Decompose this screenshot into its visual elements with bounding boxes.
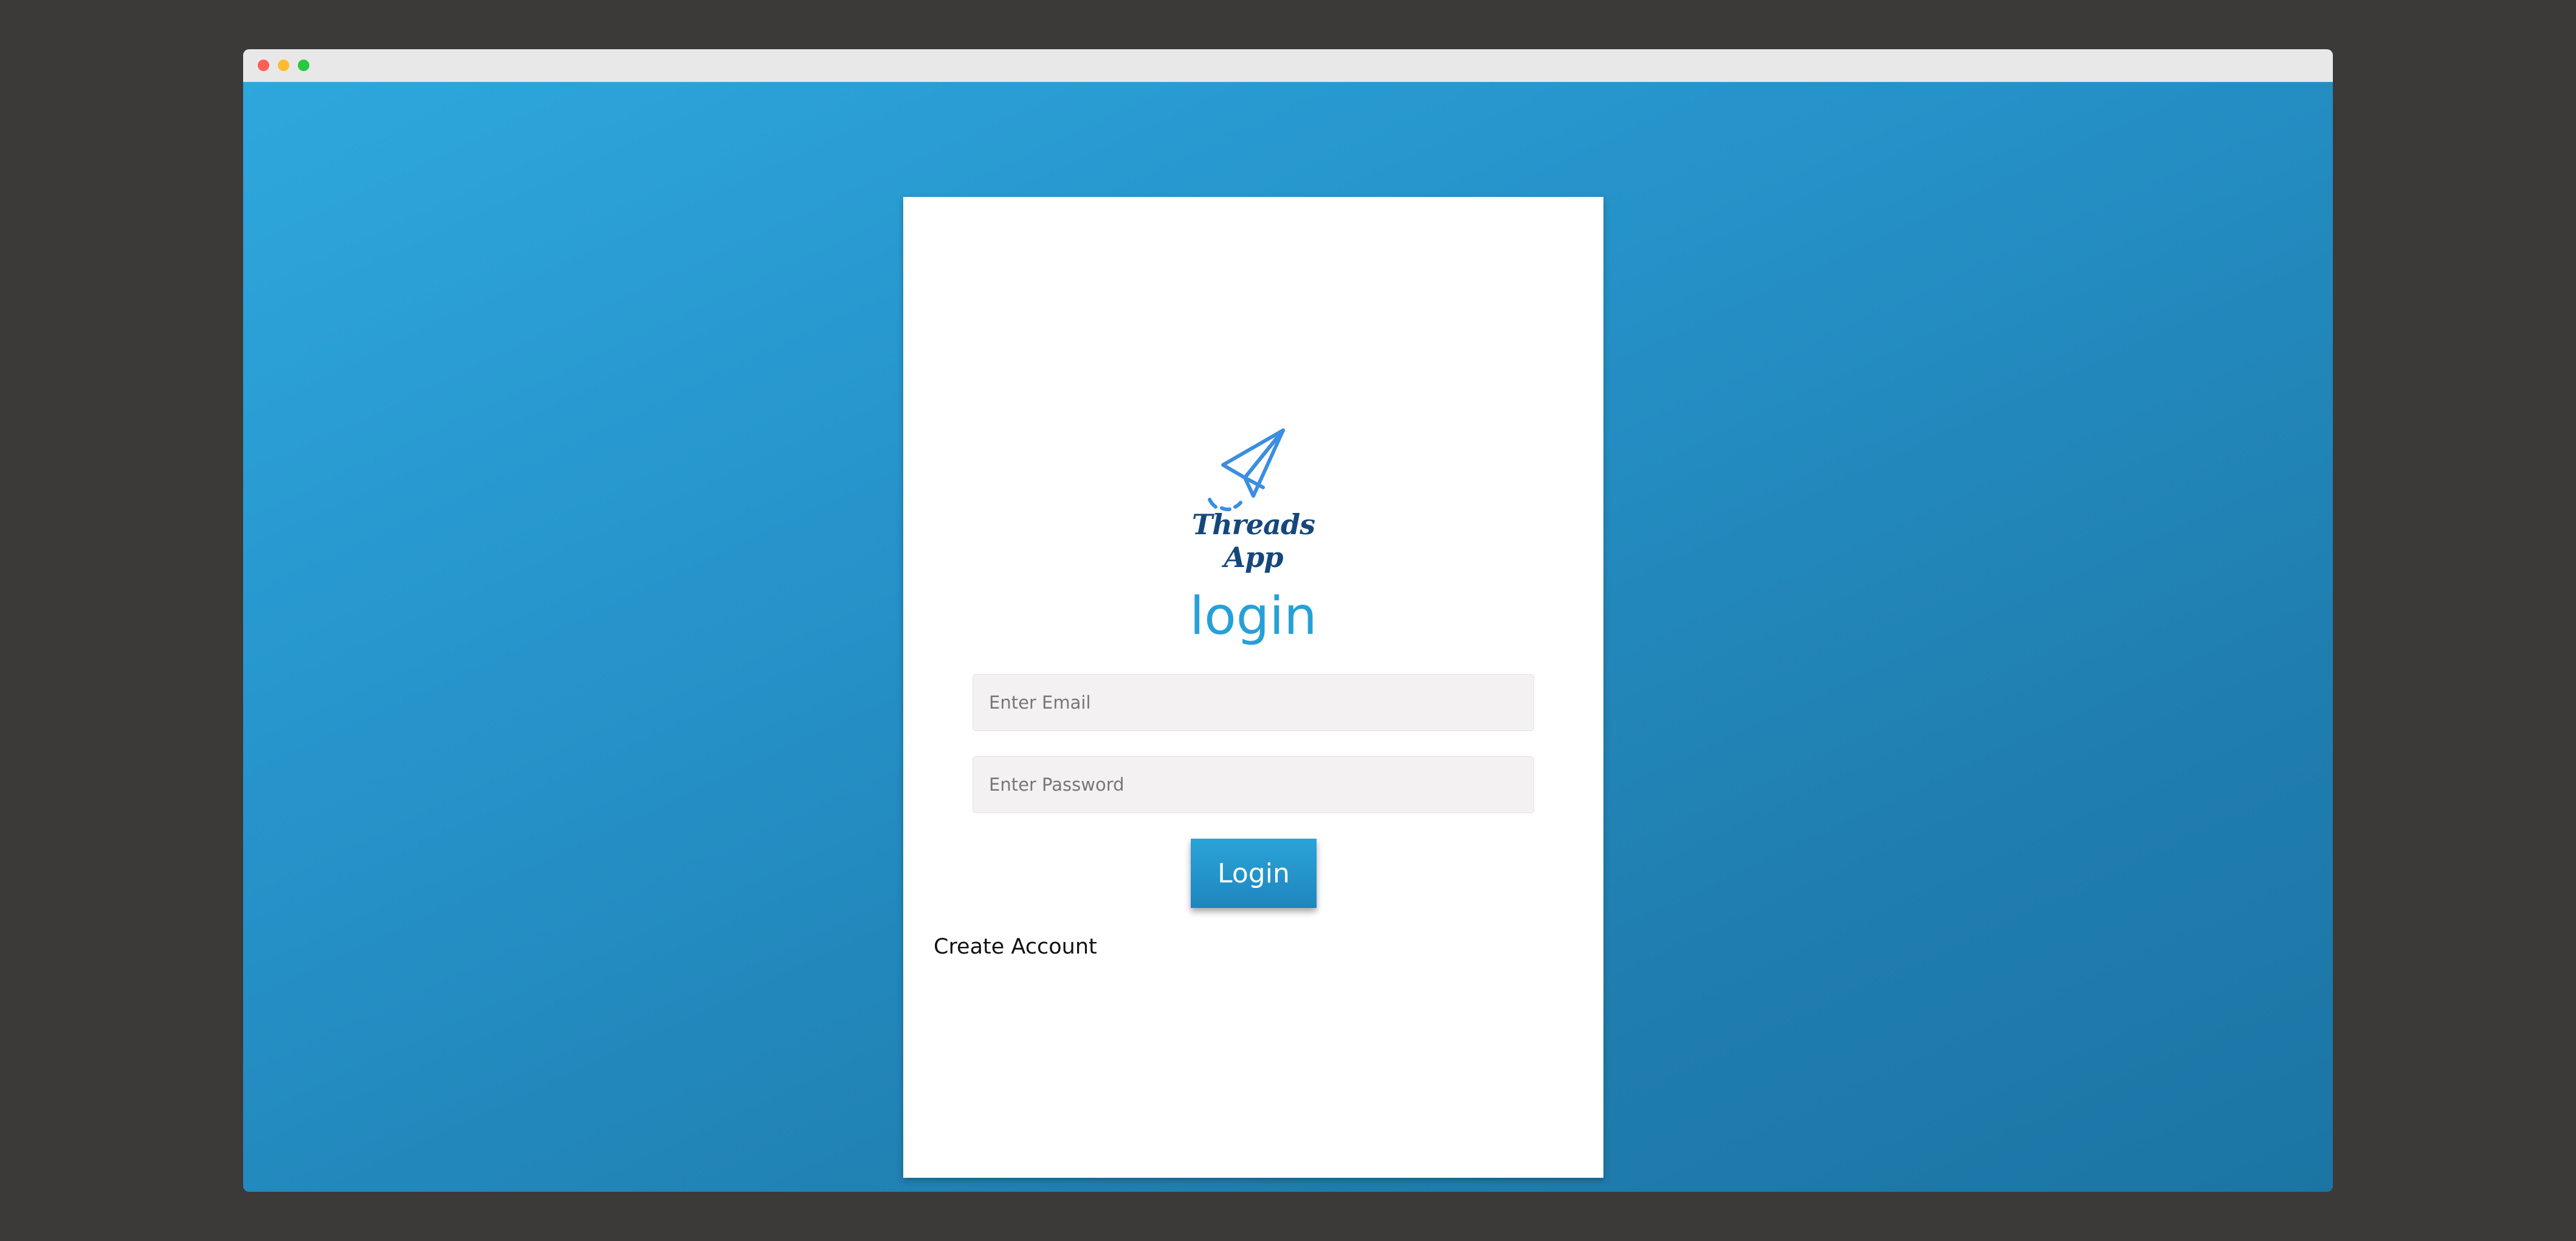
login-card: Threads App login Login Create Account — [903, 197, 1603, 1178]
zoom-window-button[interactable] — [298, 60, 309, 71]
page-title: login — [1190, 586, 1317, 647]
window-titlebar — [243, 49, 2333, 82]
email-field[interactable] — [973, 674, 1534, 731]
app-logo: Threads App — [1177, 428, 1330, 574]
page-viewport: Threads App login Login Create Account — [243, 82, 2333, 1192]
login-button[interactable]: Login — [1191, 839, 1317, 908]
browser-window: Threads App login Login Create Account — [243, 49, 2333, 1192]
close-window-button[interactable] — [258, 60, 269, 71]
create-account-link[interactable]: Create Account — [934, 935, 1097, 959]
minimize-window-button[interactable] — [278, 60, 289, 71]
logo-text: Threads App — [1191, 508, 1315, 574]
password-field[interactable] — [973, 756, 1534, 813]
